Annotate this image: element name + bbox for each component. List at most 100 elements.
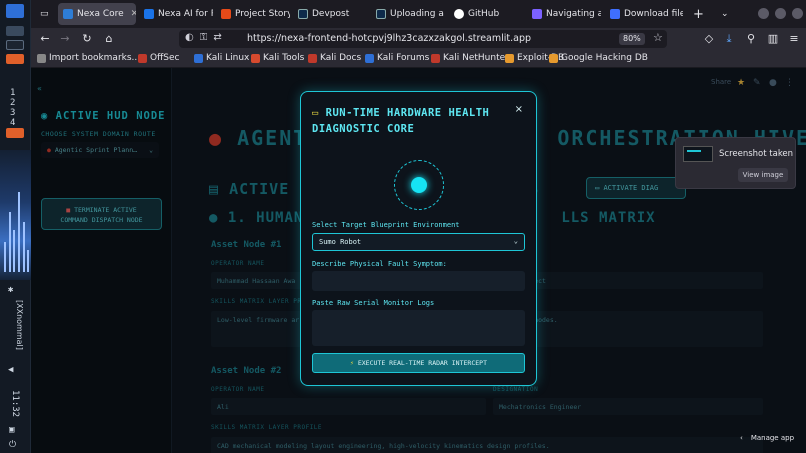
bookmark-import[interactable]: Import bookmarks...: [37, 53, 140, 63]
import-icon: [37, 53, 46, 63]
tab-project-story[interactable]: Project Story: [216, 3, 290, 25]
kali-menu-icon[interactable]: [6, 4, 24, 18]
tab-label: Nexa AI for Re: [158, 9, 213, 19]
bluetooth-icon[interactable]: ✱: [8, 285, 13, 295]
tab-favicon-icon: [221, 9, 231, 19]
bookmark-offsec[interactable]: OffSec: [138, 53, 179, 63]
tab-label: Nexa Core: [77, 9, 124, 19]
computer-icon: ▭: [312, 107, 319, 119]
ghdb-icon: [549, 53, 558, 63]
symptom-label: Describe Physical Fault Symptom:: [312, 260, 447, 268]
home-icon[interactable]: ⌂: [101, 31, 117, 47]
modal-title: ▭ RUN-TIME HARDWARE HEALTH DIAGNOSTIC CO…: [312, 107, 490, 135]
reload-icon[interactable]: ↻: [79, 31, 95, 47]
tab-label: Devpost: [312, 9, 350, 19]
tab-favicon-icon: [144, 9, 154, 19]
tab-label: GitHub: [468, 9, 500, 19]
files-icon[interactable]: [6, 26, 24, 36]
bookmark-kali-docs[interactable]: Kali Docs: [308, 53, 361, 63]
sidebar-icon[interactable]: ▥: [765, 31, 781, 47]
tab-favicon-icon: [532, 9, 542, 19]
bookmark-kali-tools[interactable]: Kali Tools: [251, 53, 304, 63]
screenshot-notification: Screenshot taken View image: [675, 137, 796, 189]
bookmark-kali-forums[interactable]: Kali Forums: [365, 53, 429, 63]
power-icon[interactable]: ⏻: [9, 440, 16, 450]
bookmark-ghdb[interactable]: Google Hacking DB: [549, 53, 648, 63]
maximize-button[interactable]: [775, 8, 786, 19]
os-taskbar: 1 2 3 4 ✱ [XXnommal] ◀ 11:32 ▣ ⏻: [0, 0, 31, 453]
terminal-icon[interactable]: [6, 40, 24, 50]
bookmark-kali-nethunter[interactable]: Kali NetHunter: [431, 53, 509, 63]
tab-download-file[interactable]: Download file: [605, 3, 683, 25]
diagnostic-modal: ▭ RUN-TIME HARDWARE HEALTH DIAGNOSTIC CO…: [300, 91, 537, 386]
github-icon: [454, 9, 464, 19]
bookmark-kali-linux[interactable]: Kali Linux: [194, 53, 249, 63]
menu-icon[interactable]: ≡: [786, 31, 802, 47]
tab-label: Download file: [624, 9, 683, 19]
nethunter-icon: [431, 53, 440, 63]
logs-label: Paste Raw Serial Monitor Logs: [312, 299, 435, 307]
symptom-input[interactable]: [312, 271, 525, 291]
tab-navigating[interactable]: Navigating a: [527, 3, 601, 25]
execute-button[interactable]: ⚡ EXECUTE REAL-TIME RADAR INTERCEPT: [312, 353, 525, 373]
tab-label: Uploading a d: [390, 9, 445, 19]
nav-bar: ← → ↻ ⌂ ◐⚿⇄ https://nexa-frontend-hotcpv…: [31, 28, 806, 50]
lightning-icon: ⚡: [350, 359, 358, 367]
logs-textarea[interactable]: [312, 310, 525, 346]
screen: 1 2 3 4 ✱ [XXnommal] ◀ 11:32 ▣ ⏻ ▭ Nexa …: [0, 0, 806, 453]
kali-forums-icon: [365, 53, 374, 63]
view-image-button[interactable]: View image: [738, 168, 788, 182]
tab-uploading[interactable]: Uploading a d: [371, 3, 445, 25]
tab-overview-icon[interactable]: ▭: [35, 3, 55, 25]
offsec-icon: [138, 53, 147, 63]
manage-app[interactable]: ‹ Manage app: [740, 434, 794, 442]
blueprint-select[interactable]: Sumo Robot ⌄: [312, 233, 525, 251]
tab-favicon-icon: [610, 9, 620, 19]
lock-icon[interactable]: ▣: [9, 425, 14, 435]
chevron-down-icon: ⌄: [513, 237, 518, 245]
back-icon[interactable]: ←: [37, 31, 53, 47]
tab-bar: ▭ Nexa Core ✕ Nexa AI for Re Project Sto…: [31, 0, 806, 28]
zoom-level[interactable]: 80%: [619, 33, 645, 45]
site-info-icon[interactable]: ◐⚿⇄: [185, 32, 228, 43]
tab-nexa-ai[interactable]: Nexa AI for Re: [139, 3, 213, 25]
tab-label: Navigating a: [546, 9, 601, 19]
tab-github[interactable]: GitHub: [449, 3, 523, 25]
clock: 11:32: [10, 390, 20, 418]
kali-tools-icon: [251, 53, 260, 63]
screenshot-thumbnail[interactable]: [683, 146, 713, 162]
bookmarks-bar: Import bookmarks... OffSec Kali Linux Ka…: [31, 50, 806, 68]
forward-icon[interactable]: →: [57, 31, 73, 47]
tab-nexa-core[interactable]: Nexa Core ✕: [58, 3, 136, 25]
close-window-button[interactable]: [792, 8, 803, 19]
kali-docs-icon: [308, 53, 317, 63]
radar-core: [411, 177, 427, 193]
tab-favicon-icon: [376, 9, 386, 19]
exploit-db-icon: [505, 53, 514, 63]
tab-label: Project Story: [235, 9, 290, 19]
downloads-icon[interactable]: ⤓: [721, 31, 737, 47]
volume-icon[interactable]: ◀: [8, 365, 13, 375]
extensions-icon[interactable]: ⚲: [743, 31, 759, 47]
workspaces[interactable]: 1 2 3 4: [10, 88, 20, 128]
kali-icon: [194, 53, 203, 63]
chevron-left-icon: ‹: [740, 434, 743, 442]
url-bar[interactable]: ◐⚿⇄ https://nexa-frontend-hotcpvj9lhz3ca…: [179, 30, 667, 48]
tab-favicon-icon: [298, 9, 308, 19]
bookmark-star-icon[interactable]: ☆: [653, 31, 663, 44]
tab-close-icon[interactable]: ✕: [131, 9, 136, 19]
url-text[interactable]: https://nexa-frontend-hotcpvj9lhz3cazxza…: [247, 33, 531, 44]
notification-title: Screenshot taken: [719, 149, 794, 159]
firefox-icon[interactable]: [6, 54, 24, 64]
active-window-icon[interactable]: [6, 128, 24, 138]
close-icon[interactable]: ×: [515, 104, 523, 115]
blueprint-label: Select Target Blueprint Environment: [312, 221, 460, 229]
radar-icon: [394, 160, 444, 210]
minimize-button[interactable]: [758, 8, 769, 19]
tab-list-icon[interactable]: ⌄: [716, 3, 732, 25]
user-name: [XXnommal]: [15, 300, 24, 350]
cpu-graph: [0, 150, 31, 280]
new-tab-button[interactable]: +: [688, 3, 706, 25]
tab-devpost[interactable]: Devpost: [293, 3, 367, 25]
pocket-icon[interactable]: ◇: [701, 31, 717, 47]
